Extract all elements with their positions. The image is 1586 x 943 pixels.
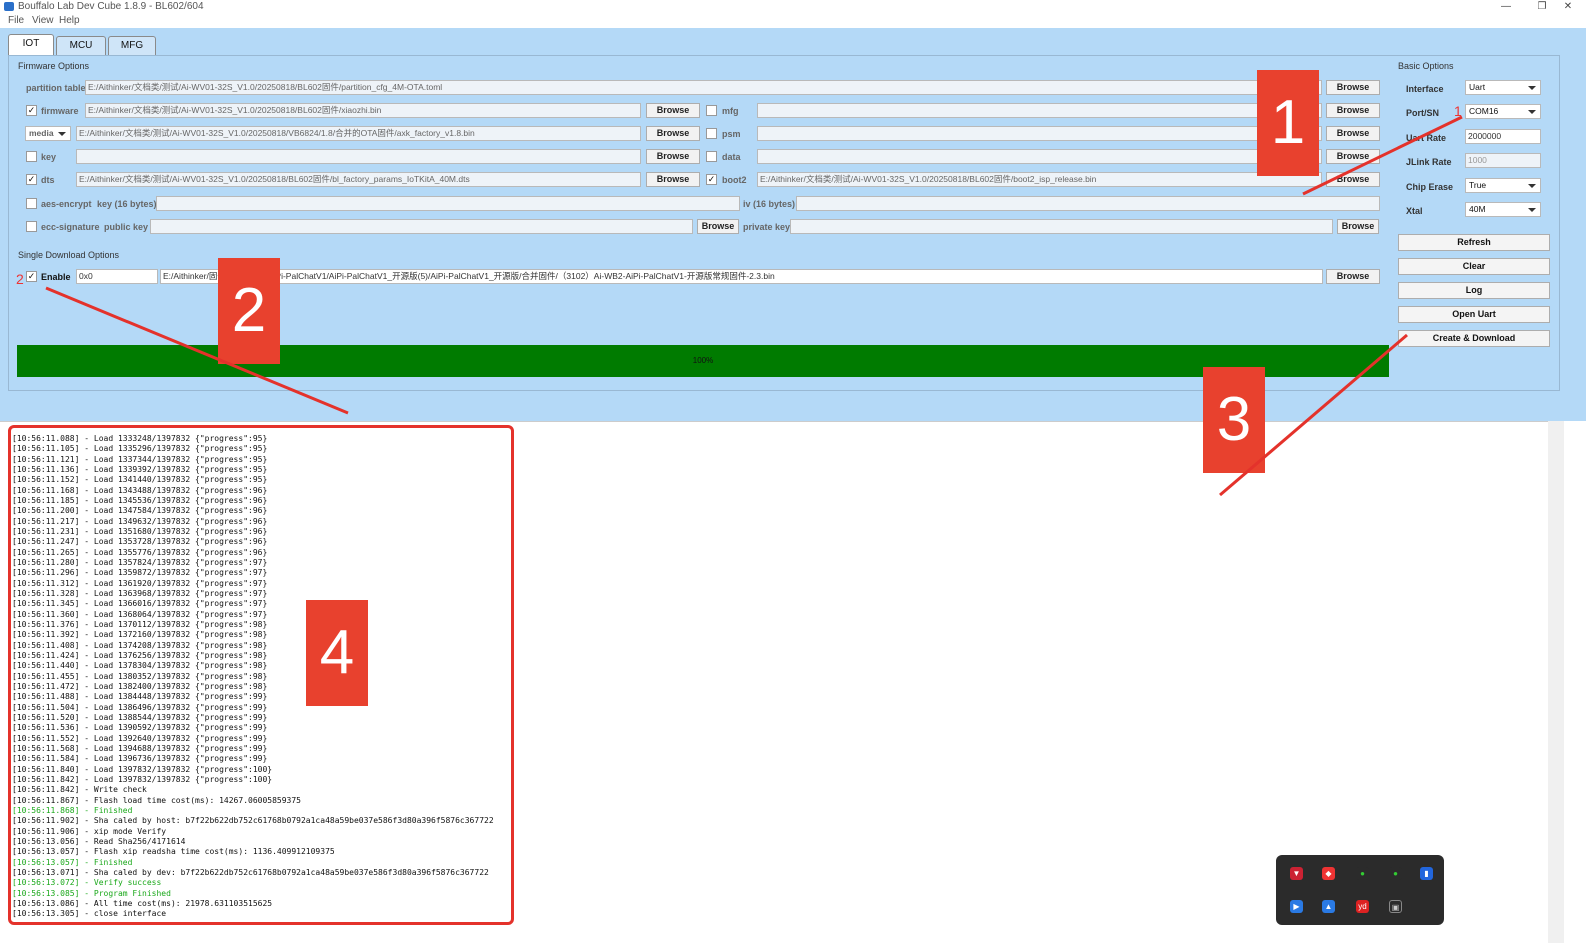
system-tray-popup: ▼ ◆ ● ● ▮ ▶ ▲ yd ▣ [1276, 855, 1444, 925]
arrow-2 [45, 286, 349, 415]
tray-app-icon[interactable]: ▲ [1322, 900, 1335, 913]
arrow-3 [1219, 333, 1408, 497]
wechat-icon[interactable]: ● [1356, 867, 1369, 880]
tray-app-icon[interactable]: ◆ [1322, 867, 1335, 880]
arrow-1 [1302, 115, 1463, 196]
youdao-icon[interactable]: yd [1356, 900, 1369, 913]
tray-app-icon[interactable]: ▼ [1290, 867, 1303, 880]
annotation-arrows [45, 115, 1463, 497]
tray-app-icon[interactable]: ▶ [1290, 900, 1303, 913]
tray-app-icon[interactable]: ▮ [1420, 867, 1433, 880]
tray-app-icon[interactable]: ▣ [1389, 900, 1402, 913]
wechat-icon[interactable]: ● [1389, 867, 1402, 880]
